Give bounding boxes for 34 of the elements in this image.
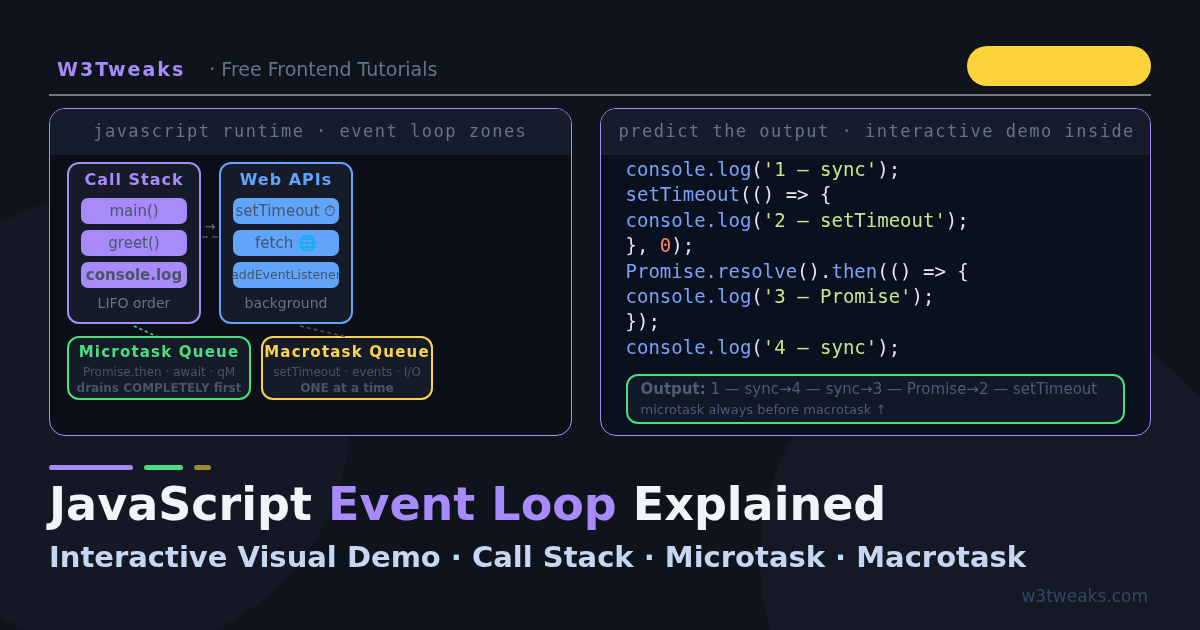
queue-desc: Promise.then · await · qM <box>82 363 236 380</box>
code-line: console.log('2 — setTimeout'); <box>625 207 970 233</box>
queue-title: Macrotask Queue <box>264 342 430 363</box>
stack-frame: console.log <box>81 262 187 288</box>
code-line: }, 0); <box>625 233 696 259</box>
pill-button[interactable] <box>967 46 1151 86</box>
web-api-item: fetch 🌐 <box>233 230 339 256</box>
code-line: setTimeout(() => { <box>625 182 833 208</box>
output-note: microtask always before macrotask ↑ <box>640 401 888 420</box>
site-url[interactable]: w3tweaks.com <box>1021 584 1148 610</box>
stack-frame: greet() <box>81 230 187 256</box>
code-line: console.log('1 — sync'); <box>625 157 902 182</box>
panel-title: predict the output · interactive demo inside <box>618 120 1135 144</box>
code-line: console.log('3 — Promise'); <box>625 284 936 310</box>
web-api-item: setTimeout ⏱ <box>233 198 339 224</box>
queue-desc: setTimeout · events · I/O <box>273 363 421 380</box>
code-line: Promise.resolve().then(() => { <box>625 258 970 284</box>
code-line: console.log('4 — sync'); <box>625 334 902 360</box>
box-note: background <box>244 294 328 313</box>
output-text: Output: 1 — sync→4 — sync→3 — Promise→2 — setTimeout <box>640 379 1099 401</box>
brand-name: W3Tweaks <box>57 56 186 82</box>
arrow-glyph: → <box>204 220 216 233</box>
panel-title: javascript runtime · event loop zones <box>93 120 528 144</box>
subtitle: Interactive Visual Demo · Call Stack · Microtask · Macrotask <box>49 539 1028 576</box>
tagline: · Free Frontend Tutorials <box>209 56 438 82</box>
box-title: Call Stack <box>84 169 184 191</box>
queue-note: ONE at a time <box>300 379 394 396</box>
connector-line <box>299 325 348 338</box>
queue-title: Microtask Queue <box>78 342 240 363</box>
box-title: Web APIs <box>239 169 333 191</box>
stack-frame: main() <box>81 198 187 224</box>
code-line: }); <box>625 309 661 335</box>
box-note: LIFO order <box>97 294 171 313</box>
queue-note: drains COMPLETELY first <box>76 379 242 396</box>
